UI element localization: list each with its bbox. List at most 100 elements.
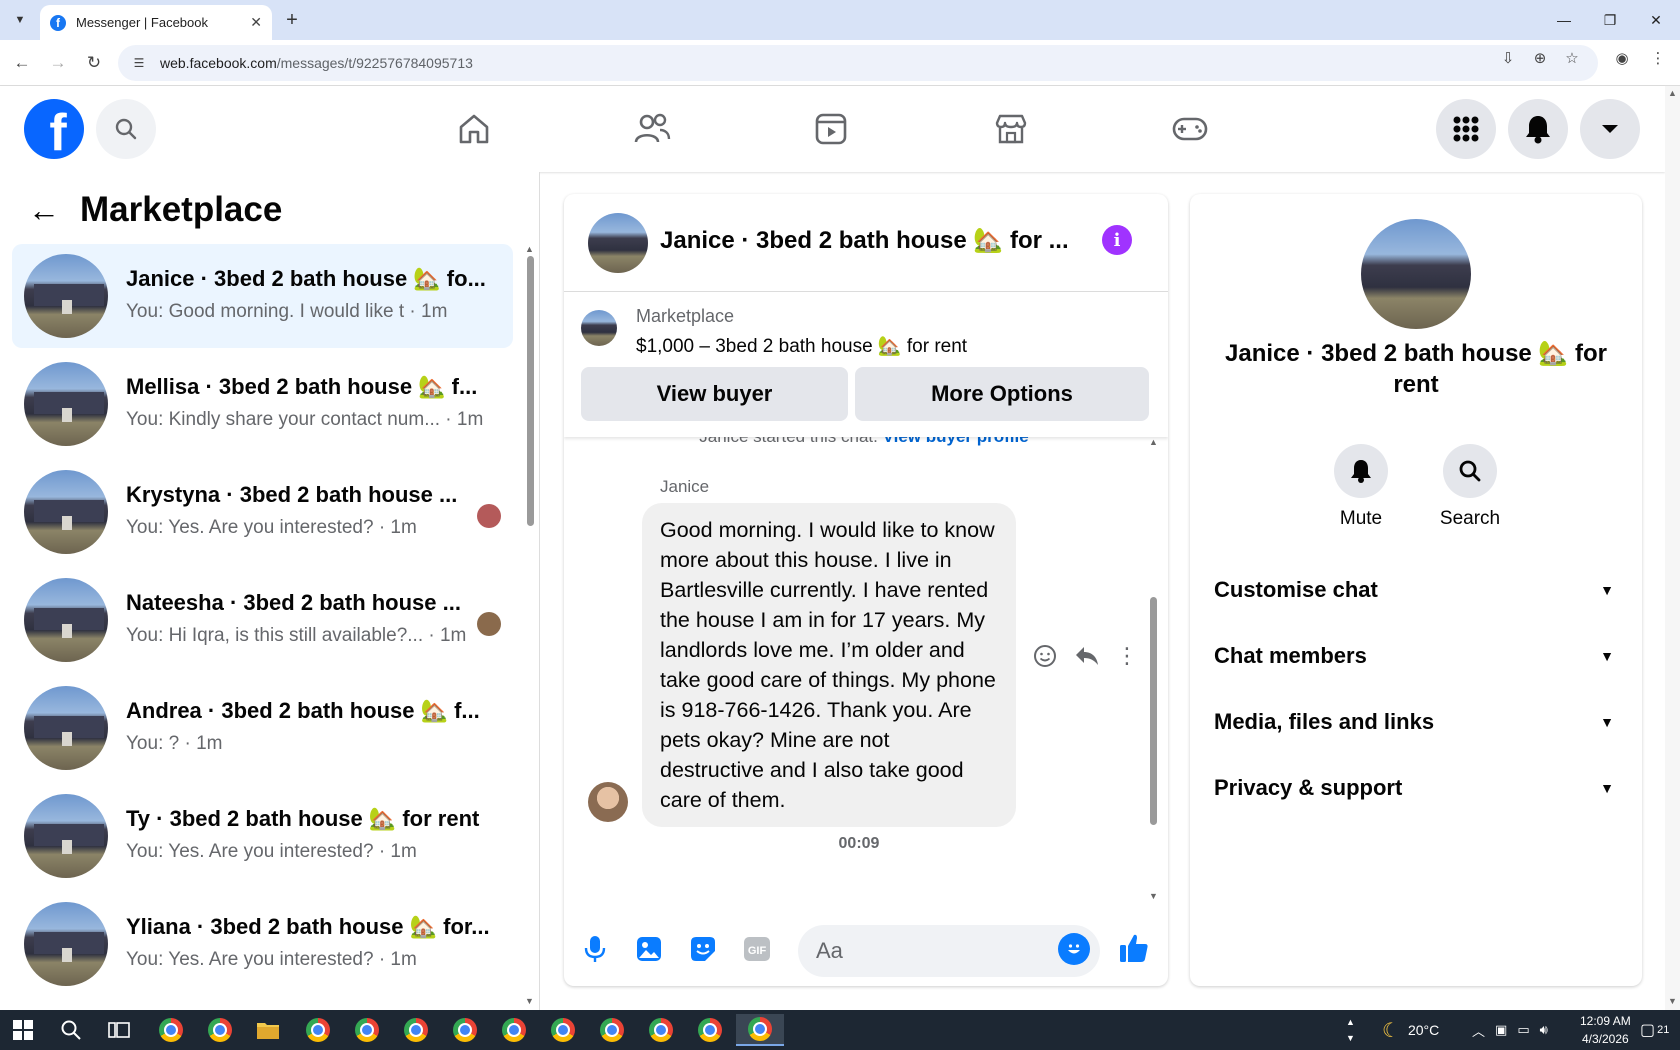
network-icon[interactable]: ▭ <box>1517 1022 1529 1038</box>
scrollbar-thumb[interactable] <box>1150 597 1157 825</box>
chrome-taskbar-icon[interactable] <box>442 1014 488 1046</box>
account-dropdown-icon[interactable] <box>1580 99 1640 159</box>
chrome-taskbar-icon[interactable] <box>687 1014 733 1046</box>
back-arrow-icon[interactable]: ← <box>7 48 37 78</box>
chrome-taskbar-icon[interactable] <box>589 1014 635 1046</box>
chrome-taskbar-icon[interactable] <box>540 1014 586 1046</box>
chrome-taskbar-icon[interactable] <box>295 1014 341 1046</box>
marketplace-icon[interactable] <box>981 104 1041 154</box>
info-icon[interactable]: i <box>1102 225 1132 255</box>
media-files-links-section[interactable]: Media, files and links ▼ <box>1214 697 1614 747</box>
privacy-support-section[interactable]: Privacy & support ▼ <box>1214 763 1614 813</box>
chrome-taskbar-icon[interactable] <box>393 1014 439 1046</box>
mute-button[interactable]: Mute <box>1321 444 1401 530</box>
address-bar[interactable]: ☰ web.facebook.com/messages/t/9225767840… <box>118 45 1598 81</box>
profile-icon[interactable]: ◉ <box>1612 48 1632 68</box>
back-arrow-icon[interactable]: ← <box>28 192 60 229</box>
scroll-down-arrow-icon[interactable]: ▼ <box>1668 996 1677 1006</box>
home-icon[interactable] <box>444 104 504 154</box>
view-buyer-profile-link[interactable]: View buyer profile <box>883 437 1029 446</box>
details-avatar[interactable] <box>1361 219 1471 329</box>
conversation-item[interactable]: Nateesha · 3bed 2 bath house ... You: Hi… <box>12 568 513 672</box>
microphone-icon[interactable] <box>580 934 610 964</box>
menu-grid-icon[interactable] <box>1436 99 1496 159</box>
tab-search-chevron-icon[interactable]: ▼ <box>8 8 32 32</box>
chat-avatar[interactable] <box>588 213 648 273</box>
minimize-icon[interactable]: — <box>1542 6 1586 34</box>
task-view-icon[interactable] <box>96 1014 142 1046</box>
chrome-taskbar-icon[interactable] <box>638 1014 684 1046</box>
chrome-taskbar-icon-active[interactable] <box>736 1014 784 1046</box>
message-input[interactable]: Aa <box>798 925 1100 977</box>
chat-title[interactable]: Janice · 3bed 2 bath house 🏡 for ... <box>660 226 1069 255</box>
react-smiley-icon[interactable] <box>1030 641 1060 671</box>
friends-icon[interactable] <box>622 104 682 154</box>
conversation-name: Andrea · 3bed 2 bath house 🏡 f... <box>126 698 480 723</box>
new-tab-plus-icon[interactable]: + <box>280 8 304 32</box>
taskbar-overflow-arrows[interactable]: ▲ ▼ <box>1346 1010 1355 1050</box>
listing-description[interactable]: $1,000 – 3bed 2 bath house 🏡 for rent <box>636 334 967 358</box>
chrome-taskbar-icon[interactable] <box>148 1014 194 1046</box>
volume-icon[interactable]: 🔊︎ <box>1540 1022 1548 1038</box>
clock[interactable]: 12:09 AM 4/3/2026 <box>1580 1010 1631 1050</box>
tab-close-icon[interactable]: ✕ <box>250 14 262 31</box>
file-explorer-icon[interactable] <box>245 1014 291 1046</box>
reload-icon[interactable]: ↻ <box>79 48 109 78</box>
conversation-item[interactable]: Ty · 3bed 2 bath house 🏡 for rent You: Y… <box>12 784 513 888</box>
menu-dots-icon[interactable]: ⋮ <box>1648 48 1668 68</box>
site-info-icon[interactable]: ☰ <box>130 54 148 72</box>
taskbar-search-icon[interactable] <box>48 1014 94 1046</box>
scroll-down-arrow-icon[interactable]: ▼ <box>1149 891 1158 901</box>
page-scrollbar[interactable]: ▲ ▼ <box>1665 86 1680 1010</box>
customise-chat-section[interactable]: Customise chat ▼ <box>1214 565 1614 615</box>
gif-icon[interactable]: GIF <box>742 934 772 964</box>
show-hidden-icons-chevron-icon[interactable]: ︿ <box>1472 1021 1485 1040</box>
chat-details-panel: Janice · 3bed 2 bath house 🏡 for rent Mu… <box>1190 194 1642 986</box>
windows-start-icon[interactable] <box>0 1014 46 1046</box>
bookmark-star-icon[interactable]: ☆ <box>1562 48 1582 68</box>
sticker-icon[interactable] <box>688 934 718 964</box>
close-window-icon[interactable]: ✕ <box>1634 6 1678 34</box>
sender-avatar[interactable] <box>588 782 628 822</box>
chat-members-section[interactable]: Chat members ▼ <box>1214 631 1614 681</box>
message-bubble[interactable]: Good morning. I would like to know more … <box>642 503 1016 827</box>
facebook-search-icon[interactable] <box>96 99 156 159</box>
reply-arrow-icon[interactable] <box>1072 641 1102 671</box>
photo-icon[interactable] <box>634 934 664 964</box>
scroll-down-arrow-icon[interactable]: ▼ <box>525 996 534 1006</box>
conversation-item[interactable]: Andrea · 3bed 2 bath house 🏡 f... You: ?… <box>12 676 513 780</box>
gaming-icon[interactable] <box>1160 104 1220 154</box>
scroll-up-arrow-icon[interactable]: ▲ <box>525 244 534 254</box>
forward-arrow-icon[interactable]: → <box>43 48 73 78</box>
notifications-bell-icon[interactable] <box>1508 99 1568 159</box>
more-actions-icon[interactable]: ⋮ <box>1112 641 1142 671</box>
notification-center[interactable]: ▢ 21 <box>1640 1010 1669 1050</box>
video-icon[interactable] <box>801 104 861 154</box>
chrome-taskbar-icon[interactable] <box>491 1014 537 1046</box>
conversation-item[interactable]: Krystyna · 3bed 2 bath house ... You: Ye… <box>12 460 513 564</box>
chrome-taskbar-icon[interactable] <box>197 1014 243 1046</box>
thumbs-up-like-icon[interactable] <box>1116 930 1152 966</box>
meet-now-icon[interactable]: ▣ <box>1495 1022 1507 1038</box>
system-tray-icons[interactable]: ︿ ▣ ▭ 🔊︎ <box>1472 1010 1548 1050</box>
view-buyer-button[interactable]: View buyer <box>581 367 848 421</box>
conversation-item[interactable]: Yliana · 3bed 2 bath house 🏡 for... You:… <box>12 892 513 996</box>
install-app-icon[interactable]: ⇩ <box>1498 48 1518 68</box>
search-in-chat-button[interactable]: Search <box>1430 444 1510 530</box>
chat-scrollbar[interactable]: ▲ ▼ <box>1148 437 1160 907</box>
listing-thumbnail[interactable] <box>581 310 617 346</box>
facebook-logo-icon[interactable]: f <box>24 99 84 159</box>
conversation-item[interactable]: Mellisa · 3bed 2 bath house 🏡 f... You: … <box>12 352 513 456</box>
emoji-icon[interactable] <box>1058 933 1090 965</box>
conversation-list-scrollbar[interactable]: ▲ ▼ <box>525 244 535 1006</box>
browser-tab[interactable]: f Messenger | Facebook ✕ <box>40 5 272 40</box>
weather-widget[interactable]: ☾ 20°C <box>1382 1010 1439 1050</box>
zoom-icon[interactable]: ⊕ <box>1530 48 1550 68</box>
scroll-up-arrow-icon[interactable]: ▲ <box>1149 437 1158 447</box>
scroll-up-arrow-icon[interactable]: ▲ <box>1668 88 1677 98</box>
restore-icon[interactable]: ❐ <box>1588 6 1632 34</box>
conversation-item[interactable]: Janice · 3bed 2 bath house 🏡 fo... You: … <box>12 244 513 348</box>
more-options-button[interactable]: More Options <box>855 367 1149 421</box>
scrollbar-thumb[interactable] <box>527 256 534 526</box>
chrome-taskbar-icon[interactable] <box>344 1014 390 1046</box>
